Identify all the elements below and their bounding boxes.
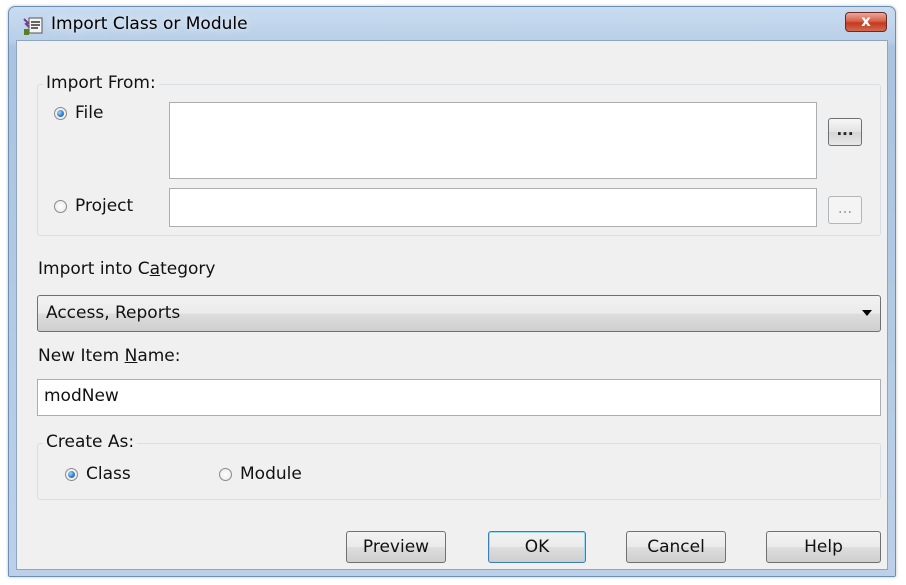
class-radio[interactable]: Class [65,464,131,484]
project-radio[interactable]: Project [54,196,133,216]
ellipsis-icon: ... [836,121,854,139]
category-label: Import into Category [38,259,215,279]
preview-button[interactable]: Preview [346,531,446,563]
project-input[interactable] [169,188,817,227]
close-icon: x [861,12,871,30]
cancel-button[interactable]: Cancel [626,531,726,563]
ellipsis-icon: ... [837,199,853,217]
import-wizard-icon [23,17,43,35]
class-radio-indicator[interactable] [65,467,78,481]
file-radio[interactable]: File [54,103,103,123]
category-selected: Access, Reports [46,303,181,323]
window-title: Import Class or Module [51,14,248,34]
create-as-legend: Create As: [43,432,138,452]
category-label-accel: a [149,259,161,279]
category-label-text: Import into C [38,259,150,279]
import-from-legend: Import From: [43,73,159,93]
item-name-label-text-end: ame: [137,346,181,366]
category-label-text-end: tegory [160,259,216,279]
category-dropdown[interactable]: Access, Reports [37,295,881,332]
dialog-body: Import From: File ... Project ... Import… [16,40,888,570]
chevron-down-icon[interactable] [862,310,872,316]
module-radio-indicator[interactable] [219,467,232,481]
browse-file-button[interactable]: ... [828,118,862,146]
import-from-group: Import From: File ... Project ... [37,73,881,236]
item-name-input[interactable]: modNew [37,379,881,416]
file-radio-indicator[interactable] [54,106,67,120]
ok-button[interactable]: OK [488,531,586,563]
item-name-label: New Item Name: [38,346,180,366]
module-radio-label: Module [240,464,302,484]
project-radio-indicator[interactable] [54,199,67,213]
file-radio-label: File [75,103,104,123]
project-radio-label: Project [75,196,134,216]
class-radio-label: Class [86,464,131,484]
item-name-label-accel: N [124,346,138,366]
dialog-window: Import Class or Module x Import From: Fi… [8,6,896,577]
browse-project-button[interactable]: ... [828,196,862,224]
module-radio[interactable]: Module [219,464,302,484]
close-button[interactable]: x [845,12,887,32]
help-button[interactable]: Help [766,531,881,563]
item-name-label-text: New Item [38,346,125,366]
file-path-input[interactable] [169,102,817,179]
title-bar[interactable]: Import Class or Module x [9,7,895,41]
create-as-group: Create As: Class Module [37,432,881,500]
